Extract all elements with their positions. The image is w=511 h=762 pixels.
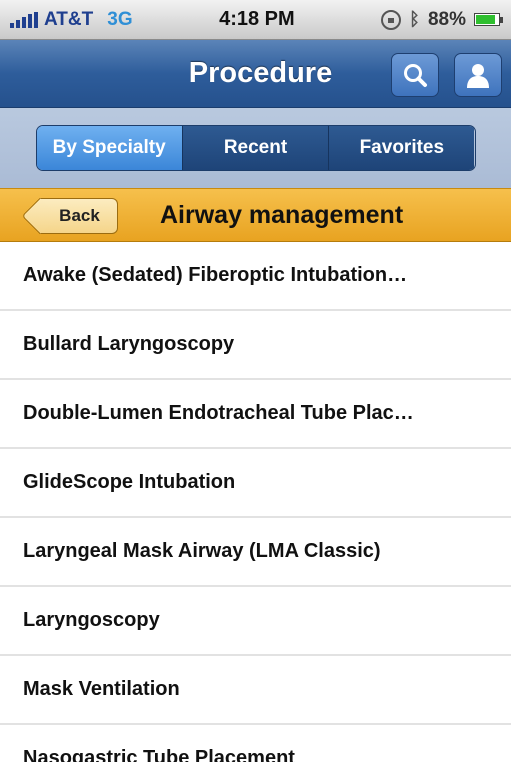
rotation-lock-icon bbox=[381, 9, 402, 30]
status-left: AT&T 3G bbox=[10, 9, 133, 31]
search-icon bbox=[404, 64, 427, 87]
procedure-list: Awake (Sedated) Fiberoptic Intubation… B… bbox=[0, 242, 511, 762]
battery-icon bbox=[473, 13, 503, 26]
network-label: 3G bbox=[107, 8, 133, 30]
category-header: Back Airway management bbox=[0, 188, 511, 242]
search-button[interactable] bbox=[391, 53, 439, 97]
back-button[interactable]: Back bbox=[40, 198, 118, 234]
user-icon bbox=[467, 64, 489, 88]
list-item[interactable]: Awake (Sedated) Fiberoptic Intubation… bbox=[0, 242, 511, 311]
list-item[interactable]: Laryngoscopy bbox=[0, 587, 511, 656]
back-button-label: Back bbox=[59, 206, 100, 225]
tab-by-specialty[interactable]: By Specialty bbox=[36, 126, 182, 170]
status-right: ᛒ 88% bbox=[381, 9, 503, 31]
navigation-bar: Procedure bbox=[0, 40, 511, 108]
segment-bar: By Specialty Recent Favorites bbox=[0, 108, 511, 188]
battery-level bbox=[475, 15, 496, 24]
status-time: 4:18 PM bbox=[219, 8, 295, 30]
segmented-control: By Specialty Recent Favorites bbox=[35, 125, 476, 171]
list-item[interactable]: Mask Ventilation bbox=[0, 656, 511, 725]
status-bar: AT&T 3G 4:18 PM ᛒ 88% bbox=[0, 0, 511, 40]
app-screen: AT&T 3G 4:18 PM ᛒ 88% Procedure By Speci… bbox=[0, 0, 511, 762]
tab-favorites[interactable]: Favorites bbox=[328, 126, 475, 170]
user-button[interactable] bbox=[454, 53, 502, 97]
battery-percent: 88% bbox=[427, 8, 466, 30]
tab-recent[interactable]: Recent bbox=[181, 126, 329, 170]
category-title: Airway management bbox=[160, 201, 404, 229]
signal-icon bbox=[10, 11, 38, 28]
list-item[interactable]: Double-Lumen Endotracheal Tube Plac… bbox=[0, 380, 511, 449]
list-item[interactable]: Bullard Laryngoscopy bbox=[0, 311, 511, 380]
bluetooth-icon: ᛒ bbox=[409, 9, 420, 29]
carrier-label: AT&T bbox=[44, 8, 94, 30]
page-title: Procedure bbox=[188, 57, 333, 89]
list-item[interactable]: Nasogastric Tube Placement bbox=[0, 725, 511, 762]
list-item[interactable]: GlideScope Intubation bbox=[0, 449, 511, 518]
list-item[interactable]: Laryngeal Mask Airway (LMA Classic) bbox=[0, 518, 511, 587]
